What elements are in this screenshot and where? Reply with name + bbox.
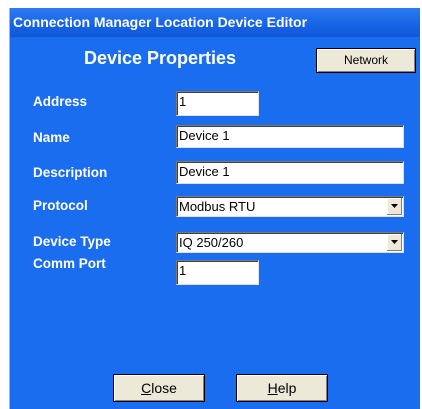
device-type-label: Device Type — [33, 234, 111, 249]
address-label: Address — [33, 94, 88, 109]
chevron-down-icon[interactable] — [386, 234, 402, 251]
window-titlebar[interactable]: Connection Manager Location Device Edito… — [10, 8, 420, 37]
description-label: Description — [33, 165, 108, 180]
help-button[interactable]: Help — [236, 374, 328, 402]
help-mnemonic: H — [267, 380, 278, 396]
name-label: Name — [33, 130, 70, 145]
device-type-select[interactable]: IQ 250/260 — [176, 232, 404, 253]
comm-port-input[interactable]: 1 — [176, 260, 259, 285]
protocol-value: Modbus RTU — [179, 199, 256, 214]
description-input[interactable]: Device 1 — [176, 161, 404, 184]
comm-port-label: Comm Port — [33, 256, 106, 271]
protocol-select[interactable]: Modbus RTU — [176, 196, 404, 217]
chevron-down-icon[interactable] — [386, 198, 402, 215]
device-editor-window: Connection Manager Location Device Edito… — [9, 8, 420, 409]
network-button[interactable]: Network — [316, 48, 416, 73]
page-title: Device Properties — [83, 48, 237, 68]
name-input[interactable]: Device 1 — [176, 125, 404, 148]
close-mnemonic: C — [141, 380, 152, 396]
help-label: elp — [277, 380, 297, 396]
device-type-value: IQ 250/260 — [179, 235, 244, 250]
window-title: Connection Manager Location Device Edito… — [13, 14, 308, 30]
close-label: lose — [151, 380, 177, 396]
address-input[interactable]: 1 — [176, 91, 259, 116]
protocol-label: Protocol — [33, 198, 88, 213]
close-button[interactable]: Close — [113, 374, 205, 402]
